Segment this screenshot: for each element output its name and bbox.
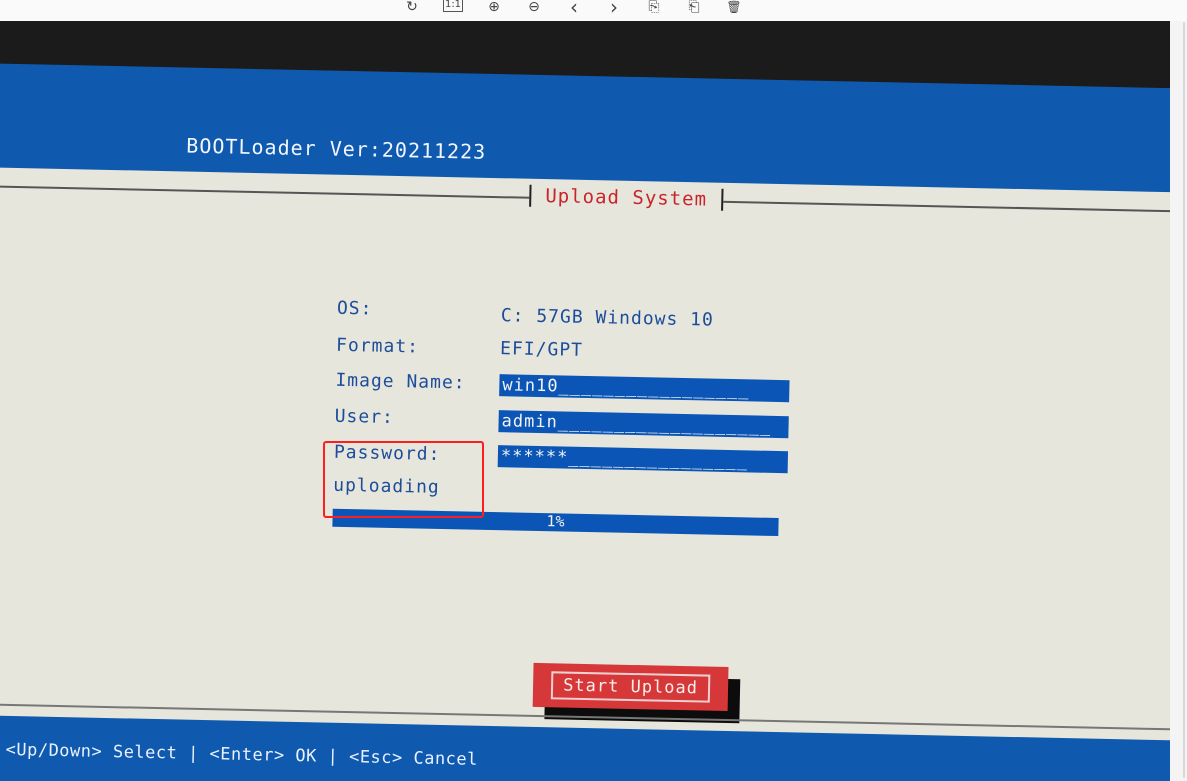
zoom-in-icon[interactable]: ⊕ [474, 0, 514, 17]
image-name-field[interactable]: win10_________________ [499, 374, 790, 403]
dialog-title: Upload System [529, 184, 724, 211]
start-upload-button[interactable]: Start Upload [532, 662, 741, 724]
format-label: Format: [335, 334, 420, 358]
button-face: Start Upload [532, 662, 729, 712]
red-highlight-box [323, 441, 484, 518]
start-upload-label: Start Upload [550, 671, 711, 703]
actual-size-icon[interactable]: 1:1 [443, 0, 463, 12]
format-value: EFI/GPT [499, 338, 584, 361]
rotate-left-icon[interactable]: ⎘ [634, 0, 674, 17]
bios-screen: BOOTLoader Ver:20211223 Upload System OS… [0, 63, 1170, 781]
bootloader-title: BOOTLoader Ver:20211223 [186, 133, 487, 164]
photo-of-monitor: BOOTLoader Ver:20211223 Upload System OS… [0, 21, 1170, 781]
password-field[interactable]: ******________________ [497, 445, 789, 474]
os-value: C: 57GB Windows 10 [500, 305, 715, 331]
os-label: OS: [336, 297, 373, 320]
next-icon[interactable]: › [594, 0, 634, 19]
image-name-label: Image Name: [335, 369, 466, 394]
previous-icon[interactable]: ‹ [554, 0, 594, 19]
zoom-out-icon[interactable]: ⊖ [514, 0, 554, 17]
toolbar-icons: ↻ 1:1 ⊕ ⊖ ‹ › ⎘ ⎗ 🗑 [392, 0, 754, 19]
user-field[interactable]: admin___________________ [498, 410, 789, 439]
viewer-scrollbar[interactable] [1183, 22, 1185, 778]
rotate-icon[interactable]: ↻ [392, 0, 432, 17]
user-label: User: [334, 405, 395, 428]
delete-icon[interactable]: 🗑 [714, 0, 754, 17]
key-help-bar: <Up/Down> Select | <Enter> OK | <Esc> Ca… [5, 739, 479, 770]
image-viewer-toolbar: ↻ 1:1 ⊕ ⊖ ‹ › ⎘ ⎗ 🗑 [0, 0, 1187, 21]
upload-dialog-panel: Upload System OS: C: 57GB Windows 10 For… [0, 167, 1170, 741]
rotate-right-icon[interactable]: ⎗ [674, 0, 714, 17]
